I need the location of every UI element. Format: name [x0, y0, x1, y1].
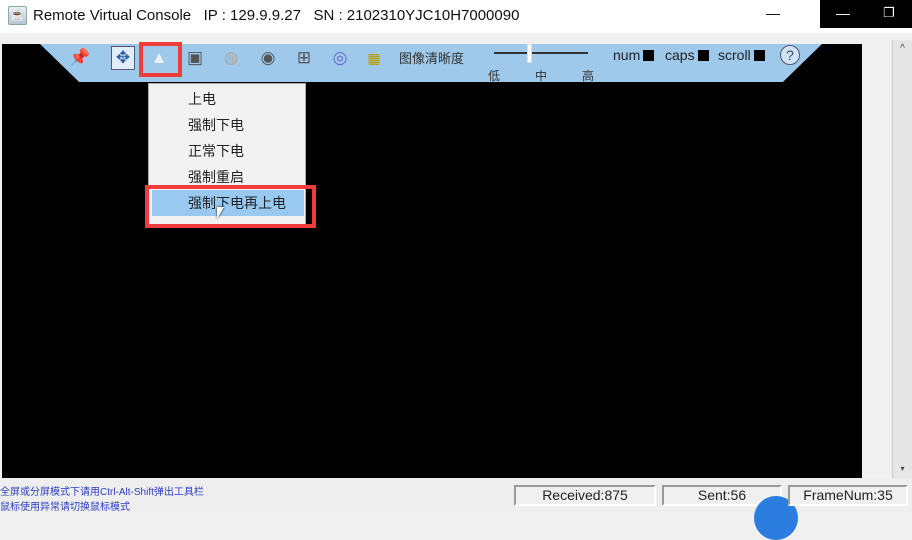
num-lock-indicator: num [613, 47, 655, 63]
scroll-lock-indicator: scroll [718, 47, 765, 63]
num-label: num [613, 47, 641, 63]
mouse-icon[interactable]: ◍ [219, 46, 243, 70]
caps-lock-indicator: caps [665, 47, 709, 63]
scroll-label: scroll [718, 47, 751, 63]
minimize-icon[interactable]: — [820, 0, 866, 28]
received-count: Received:875 [514, 485, 656, 506]
mouse-cursor-icon [217, 207, 224, 219]
floppy-icon[interactable]: ⊞ [292, 46, 316, 70]
caps-indicator-icon [697, 50, 709, 61]
hint-toolbar: 全屏或分屏模式下请用Ctrl-Alt-Shift弹出工具栏 [0, 487, 204, 498]
restore-button[interactable]: ❐ [866, 0, 912, 28]
move-icon[interactable]: ✥ [111, 46, 135, 70]
vertical-scrollbar[interactable]: ^ ▾ [892, 40, 912, 478]
cd-drive-icon[interactable]: ◉ [256, 46, 280, 70]
scroll-up-icon[interactable]: ^ [893, 40, 912, 58]
scroll-indicator-icon [753, 50, 765, 61]
hint-mouse: 鼠标使用异常请切换鼠标模式 [0, 502, 130, 513]
slider-tick-high: 高 [582, 69, 595, 83]
slider-tick-mid: 中 [535, 69, 548, 83]
capture-icon[interactable]: ▣ [183, 46, 207, 70]
menu-item-power-on[interactable]: 上电 [152, 86, 304, 112]
caps-label: caps [665, 47, 695, 63]
slider-tick-low: 低 [488, 69, 501, 83]
scroll-down-icon[interactable]: ▾ [893, 464, 912, 478]
menu-item-force-off[interactable]: 强制下电 [152, 112, 304, 138]
quality-slider-thumb[interactable] [527, 44, 532, 63]
frame-count: FrameNum:35 [788, 485, 908, 506]
num-indicator-icon [643, 50, 655, 61]
quality-slider[interactable] [494, 52, 588, 54]
minimize-button[interactable]: — [750, 0, 796, 28]
help-icon[interactable]: ? [780, 45, 800, 65]
remote-console-screen[interactable] [2, 44, 862, 478]
power-icon-highlight [139, 42, 182, 77]
keyboard-icon[interactable]: ▦ [362, 46, 386, 70]
image-quality-label: 图像清晰度 [399, 51, 465, 66]
menu-item-highlight [145, 185, 316, 228]
disc-icon[interactable]: ◎ [328, 46, 352, 70]
pin-icon[interactable]: 📌 [68, 46, 92, 70]
window-title: Remote Virtual Console IP : 129.9.9.27 S… [33, 7, 520, 24]
java-app-icon: ☕ [8, 6, 27, 25]
title-bar: ☕ Remote Virtual Console IP : 129.9.9.27… [0, 0, 912, 33]
menu-item-graceful-off[interactable]: 正常下电 [152, 138, 304, 164]
console-border [862, 40, 892, 478]
